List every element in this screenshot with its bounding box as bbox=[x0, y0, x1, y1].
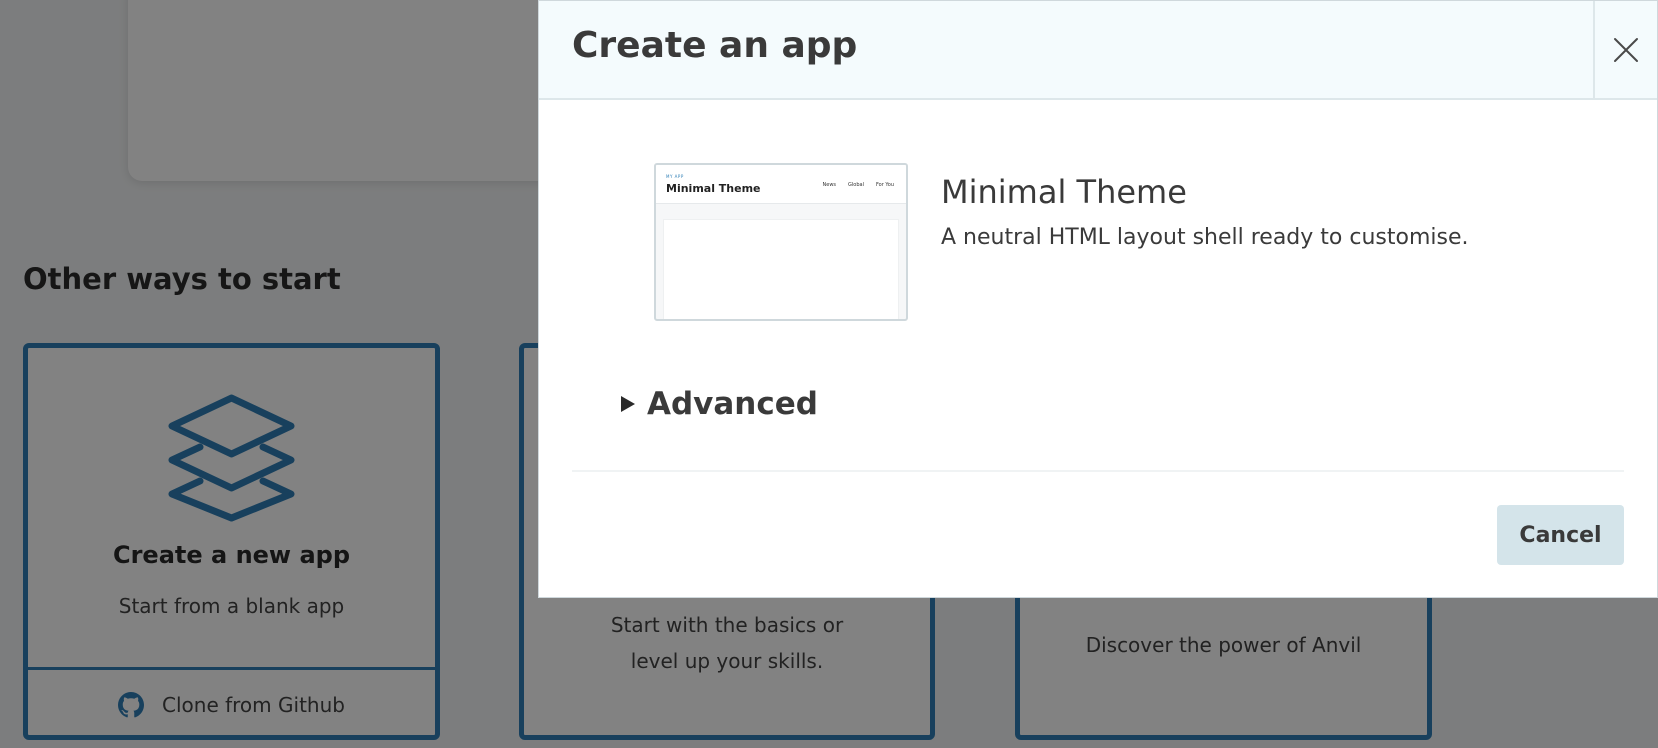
thumbnail-nav: News Global For You bbox=[823, 182, 895, 188]
thumbnail-app-label: MY APP bbox=[666, 174, 684, 179]
thumbnail-navbar: MY APP Minimal Theme News Global For You bbox=[656, 165, 906, 204]
advanced-label: Advanced bbox=[647, 386, 818, 422]
thumbnail-body bbox=[663, 219, 899, 319]
advanced-toggle[interactable]: Advanced bbox=[619, 384, 818, 424]
thumbnail-title: Minimal Theme bbox=[666, 182, 761, 195]
thumbnail-nav-item: For You bbox=[875, 182, 894, 188]
create-app-modal: Create an app MY APP Minimal Theme News … bbox=[538, 0, 1658, 598]
thumbnail-nav-item: News bbox=[822, 182, 837, 188]
modal-title: Create an app bbox=[572, 25, 858, 66]
modal-header: Create an app bbox=[539, 1, 1657, 100]
triangle-right-icon bbox=[621, 396, 635, 412]
close-icon bbox=[1614, 37, 1638, 62]
theme-description: A neutral HTML layout shell ready to cus… bbox=[941, 225, 1469, 250]
cancel-button[interactable]: Cancel bbox=[1497, 505, 1624, 565]
minimal-theme-option[interactable]: MY APP Minimal Theme News Global For You… bbox=[654, 163, 1554, 323]
modal-footer-divider bbox=[572, 470, 1624, 472]
close-button[interactable] bbox=[1593, 1, 1657, 98]
thumbnail-nav-item: Global bbox=[848, 182, 864, 188]
theme-name: Minimal Theme bbox=[941, 173, 1187, 211]
theme-thumbnail: MY APP Minimal Theme News Global For You bbox=[654, 163, 908, 321]
